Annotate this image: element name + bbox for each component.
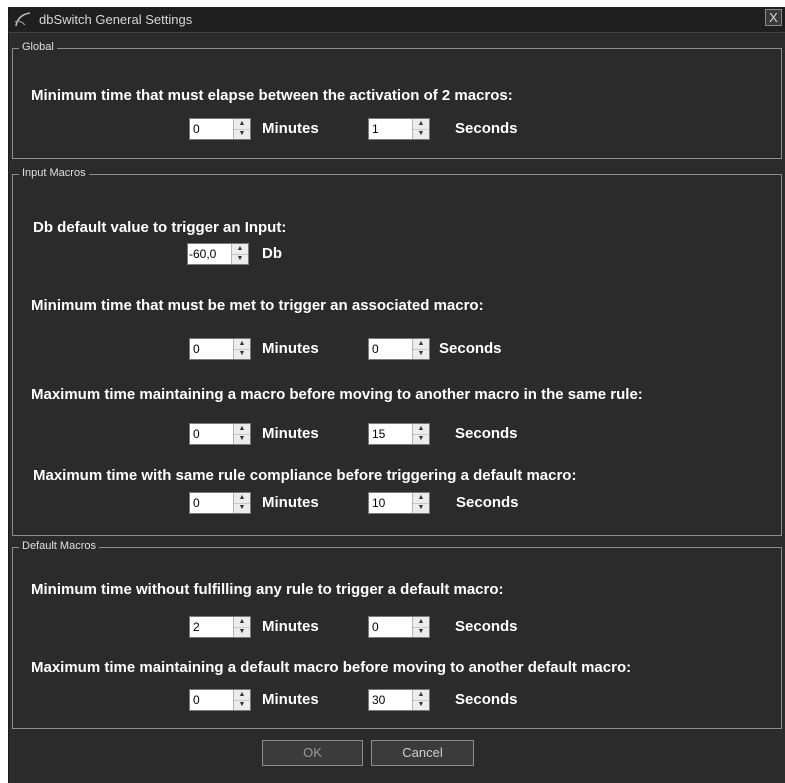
- seconds-spinbox[interactable]: 0 ▲ ▼: [368, 338, 430, 360]
- row-max-macro-time: 0 ▲ ▼ Minutes 15 ▲ ▼ Seconds: [189, 423, 549, 445]
- spin-value[interactable]: 0: [193, 693, 200, 707]
- db-spinbox[interactable]: -60,0 ▲ ▼: [187, 243, 249, 265]
- minutes-spinbox[interactable]: 0 ▲ ▼: [189, 338, 251, 360]
- spin-buttons[interactable]: ▲ ▼: [233, 424, 250, 444]
- group-label-input-macros: Input Macros: [19, 167, 89, 179]
- spin-buttons[interactable]: ▲ ▼: [233, 493, 250, 513]
- spin-down-arrow[interactable]: ▼: [413, 434, 429, 444]
- spin-buttons[interactable]: ▲ ▼: [233, 119, 250, 139]
- close-button[interactable]: X: [765, 9, 782, 26]
- minutes-spinbox[interactable]: 0 ▲ ▼: [189, 118, 251, 140]
- spin-value[interactable]: 0: [193, 427, 200, 441]
- ok-button[interactable]: OK: [262, 740, 363, 766]
- spin-buttons[interactable]: ▲ ▼: [412, 617, 429, 637]
- app-swirl-icon: [14, 12, 31, 27]
- spin-down-arrow[interactable]: ▼: [234, 700, 250, 710]
- spin-buttons[interactable]: ▲ ▼: [231, 244, 248, 264]
- seconds-spinbox[interactable]: 0 ▲ ▼: [368, 616, 430, 638]
- spin-buttons[interactable]: ▲ ▼: [412, 424, 429, 444]
- question-min-activation-time: Minimum time that must elapse between th…: [31, 87, 513, 104]
- minutes-spinbox[interactable]: 0 ▲ ▼: [189, 492, 251, 514]
- row-trigger-time: 0 ▲ ▼ Minutes 0 ▲ ▼ Seconds: [189, 338, 549, 360]
- spin-down-arrow[interactable]: ▼: [234, 503, 250, 513]
- minutes-spinbox[interactable]: 0 ▲ ▼: [189, 689, 251, 711]
- seconds-label: Seconds: [455, 120, 518, 137]
- spin-buttons[interactable]: ▲ ▼: [412, 690, 429, 710]
- spin-down-arrow[interactable]: ▼: [232, 254, 248, 264]
- spin-buttons[interactable]: ▲ ▼: [233, 339, 250, 359]
- seconds-label: Seconds: [455, 425, 518, 442]
- spin-value[interactable]: 0: [193, 342, 200, 356]
- spin-buttons[interactable]: ▲ ▼: [412, 119, 429, 139]
- minutes-spinbox[interactable]: 2 ▲ ▼: [189, 616, 251, 638]
- minutes-label: Minutes: [262, 618, 319, 635]
- seconds-label: Seconds: [439, 340, 502, 357]
- row-max-default-macro-time: 0 ▲ ▼ Minutes 30 ▲ ▼ Seconds: [189, 689, 549, 711]
- spin-down-arrow[interactable]: ▼: [234, 434, 250, 444]
- seconds-spinbox[interactable]: 30 ▲ ▼: [368, 689, 430, 711]
- seconds-label: Seconds: [456, 494, 519, 511]
- question-db-default: Db default value to trigger an Input:: [33, 219, 287, 236]
- title-bar[interactable]: dbSwitch General Settings X: [9, 7, 785, 33]
- spin-value[interactable]: 0: [372, 620, 379, 634]
- cancel-button[interactable]: Cancel: [371, 740, 474, 766]
- spin-down-arrow[interactable]: ▼: [413, 349, 429, 359]
- minutes-label: Minutes: [262, 340, 319, 357]
- settings-window: dbSwitch General Settings X Global Minim…: [8, 7, 785, 783]
- minutes-label: Minutes: [262, 120, 319, 137]
- spin-value[interactable]: 0: [193, 122, 200, 136]
- spin-down-arrow[interactable]: ▼: [413, 503, 429, 513]
- seconds-spinbox[interactable]: 15 ▲ ▼: [368, 423, 430, 445]
- spin-value[interactable]: 0: [372, 342, 379, 356]
- spin-down-arrow[interactable]: ▼: [234, 349, 250, 359]
- seconds-label: Seconds: [455, 691, 518, 708]
- minutes-spinbox[interactable]: 0 ▲ ▼: [189, 423, 251, 445]
- spin-buttons[interactable]: ▲ ▼: [412, 493, 429, 513]
- spin-buttons[interactable]: ▲ ▼: [233, 690, 250, 710]
- seconds-label: Seconds: [455, 618, 518, 635]
- spin-down-arrow[interactable]: ▼: [413, 129, 429, 139]
- spin-value[interactable]: 10: [372, 496, 385, 510]
- spin-buttons[interactable]: ▲ ▼: [412, 339, 429, 359]
- spin-value[interactable]: 30: [372, 693, 385, 707]
- question-max-rule-compliance: Maximum time with same rule compliance b…: [33, 467, 577, 484]
- minutes-label: Minutes: [262, 494, 319, 511]
- question-default-trigger-time: Minimum time without fulfilling any rule…: [31, 581, 504, 598]
- spin-down-arrow[interactable]: ▼: [413, 700, 429, 710]
- spin-value[interactable]: 15: [372, 427, 385, 441]
- group-label-global: Global: [19, 41, 57, 53]
- minutes-label: Minutes: [262, 425, 319, 442]
- minutes-label: Minutes: [262, 691, 319, 708]
- db-unit-label: Db: [262, 245, 282, 262]
- row-default-trigger-time: 2 ▲ ▼ Minutes 0 ▲ ▼ Seconds: [189, 616, 549, 638]
- row-max-rule-compliance: 0 ▲ ▼ Minutes 10 ▲ ▼ Seconds: [189, 492, 549, 514]
- question-min-trigger-time: Minimum time that must be met to trigger…: [31, 297, 484, 314]
- window-title: dbSwitch General Settings: [39, 12, 193, 27]
- seconds-spinbox[interactable]: 1 ▲ ▼: [368, 118, 430, 140]
- question-max-default-macro-time: Maximum time maintaining a default macro…: [31, 659, 632, 676]
- seconds-spinbox[interactable]: 10 ▲ ▼: [368, 492, 430, 514]
- row-activation-time: 0 ▲ ▼ Minutes 1 ▲ ▼ Seconds: [189, 118, 549, 140]
- spin-down-arrow[interactable]: ▼: [234, 627, 250, 637]
- close-icon: X: [769, 10, 778, 25]
- spin-value[interactable]: -60,0: [189, 247, 216, 261]
- spin-down-arrow[interactable]: ▼: [413, 627, 429, 637]
- spin-buttons[interactable]: ▲ ▼: [233, 617, 250, 637]
- group-label-default-macros: Default Macros: [19, 540, 99, 552]
- spin-value[interactable]: 2: [193, 620, 200, 634]
- spin-value[interactable]: 0: [193, 496, 200, 510]
- spin-down-arrow[interactable]: ▼: [234, 129, 250, 139]
- row-db-default: -60,0 ▲ ▼ Db: [187, 243, 327, 265]
- spin-value[interactable]: 1: [372, 122, 379, 136]
- question-max-macro-time: Maximum time maintaining a macro before …: [31, 386, 643, 403]
